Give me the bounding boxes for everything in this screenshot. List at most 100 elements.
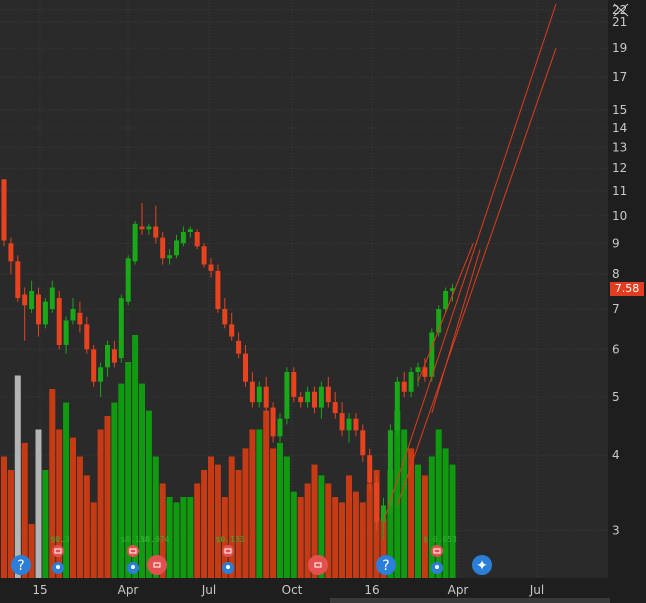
volume-bar — [263, 410, 270, 578]
candle-body — [415, 367, 421, 373]
candle-body — [153, 226, 159, 238]
volume-bar — [277, 443, 283, 578]
candle-body — [91, 349, 97, 382]
dividend-icon[interactable] — [127, 562, 139, 574]
question-icon[interactable]: ? — [376, 555, 396, 575]
volume-bar — [415, 464, 421, 578]
candle-body — [346, 418, 352, 431]
candle-body — [318, 386, 324, 408]
candle-body — [8, 243, 14, 262]
price-axis-label: 7 — [612, 302, 620, 316]
candle-body — [132, 223, 138, 262]
candle-body — [360, 430, 366, 456]
volume-bar — [249, 429, 256, 578]
candle-body — [325, 386, 331, 403]
candle-body — [36, 294, 41, 325]
candle-body — [381, 505, 386, 522]
candle-body — [139, 226, 145, 230]
candle-body — [312, 391, 317, 408]
price-axis-label: 3 — [612, 523, 620, 537]
current-price-tag: 7.58 — [610, 282, 644, 296]
candle-body — [125, 258, 131, 302]
candle-body — [284, 372, 290, 419]
earnings-icon[interactable] — [52, 545, 64, 557]
lightbulb-icon[interactable]: ✦ — [472, 555, 492, 575]
volume-bar — [214, 464, 221, 578]
price-axis-label: 5 — [612, 390, 620, 404]
volume-bar — [180, 497, 187, 578]
price-axis-label: 14 — [612, 121, 627, 135]
candle-body — [98, 367, 104, 382]
candle-body — [15, 261, 21, 299]
plot-area — [0, 0, 608, 578]
candle-body — [70, 309, 76, 321]
candle-body — [408, 372, 414, 392]
candle-body — [63, 320, 69, 345]
volume-bar — [401, 429, 408, 578]
time-axis-label: 16 — [364, 583, 379, 597]
dividend-icon[interactable] — [431, 562, 443, 574]
volume-bar — [332, 497, 339, 578]
volume-bar — [408, 448, 415, 578]
candle-body — [263, 386, 269, 408]
volume-bar — [14, 375, 21, 578]
candle-body — [367, 455, 373, 483]
event-value-label: $0.133 — [216, 535, 245, 544]
candle-body — [201, 246, 207, 265]
price-axis-label: 6 — [612, 342, 620, 356]
volume-bar — [346, 475, 352, 578]
volume-bar — [256, 429, 263, 578]
marker-circle — [127, 545, 139, 557]
event-value-label: $0.074 — [141, 535, 170, 544]
candle-body — [394, 381, 400, 431]
earnings-icon[interactable] — [222, 545, 234, 557]
earnings-icon[interactable] — [431, 545, 443, 557]
earnings-icon[interactable] — [147, 555, 167, 575]
marker-glyph: ✦ — [476, 558, 488, 574]
candle-body — [339, 413, 345, 431]
candle-body — [22, 294, 28, 306]
price-axis-label: 9 — [612, 236, 620, 250]
price-axis-label: 4 — [612, 448, 620, 462]
price-axis-label: 19 — [612, 41, 627, 55]
volume-bar — [366, 483, 373, 578]
volume-bar — [242, 448, 249, 578]
volume-bar — [173, 502, 180, 578]
candle-body — [374, 482, 380, 522]
price-axis-label: 10 — [612, 209, 627, 223]
candle-body — [56, 298, 62, 345]
candle-body — [270, 407, 276, 437]
candle-body — [180, 232, 186, 244]
time-axis-label: 15 — [32, 583, 47, 597]
candle-body — [105, 344, 110, 368]
volume-bar — [139, 383, 145, 578]
time-axis-label: Oct — [282, 583, 303, 597]
volume-bar — [235, 470, 242, 578]
earnings-icon[interactable] — [127, 545, 139, 557]
candle-body — [111, 349, 117, 363]
dividend-icon[interactable] — [222, 562, 234, 574]
candle-body — [160, 237, 166, 259]
marker-glyph — [435, 565, 439, 569]
candle-body — [194, 232, 200, 247]
candle-body — [187, 229, 193, 233]
candle-body — [401, 381, 407, 392]
price-chart[interactable]: 222119171514131211109876543 15 Apr Jul Oct 1… — [0, 0, 646, 603]
volume-bar — [1, 456, 7, 578]
candle-body — [118, 298, 124, 359]
marker-glyph: ? — [382, 558, 389, 574]
volume-bar — [442, 448, 449, 578]
earnings-icon[interactable] — [308, 555, 328, 575]
dividend-icon[interactable] — [52, 562, 64, 574]
candle-body — [215, 270, 221, 310]
volume-bar — [201, 470, 208, 578]
chart-window: 22 21 19 17 15 14 13 12 11 10 9 8 7 6 5 4 3 15 Apr Jul Oct 1… — [0, 0, 646, 603]
event-value-label: $-0.053 — [423, 535, 457, 544]
candle-body — [387, 430, 393, 506]
marker-glyph — [226, 565, 230, 569]
candle-body — [243, 353, 248, 382]
volume-bar — [228, 456, 235, 578]
candle-body — [208, 264, 214, 271]
candle-body — [222, 309, 228, 325]
question-icon[interactable]: ? — [11, 555, 31, 575]
